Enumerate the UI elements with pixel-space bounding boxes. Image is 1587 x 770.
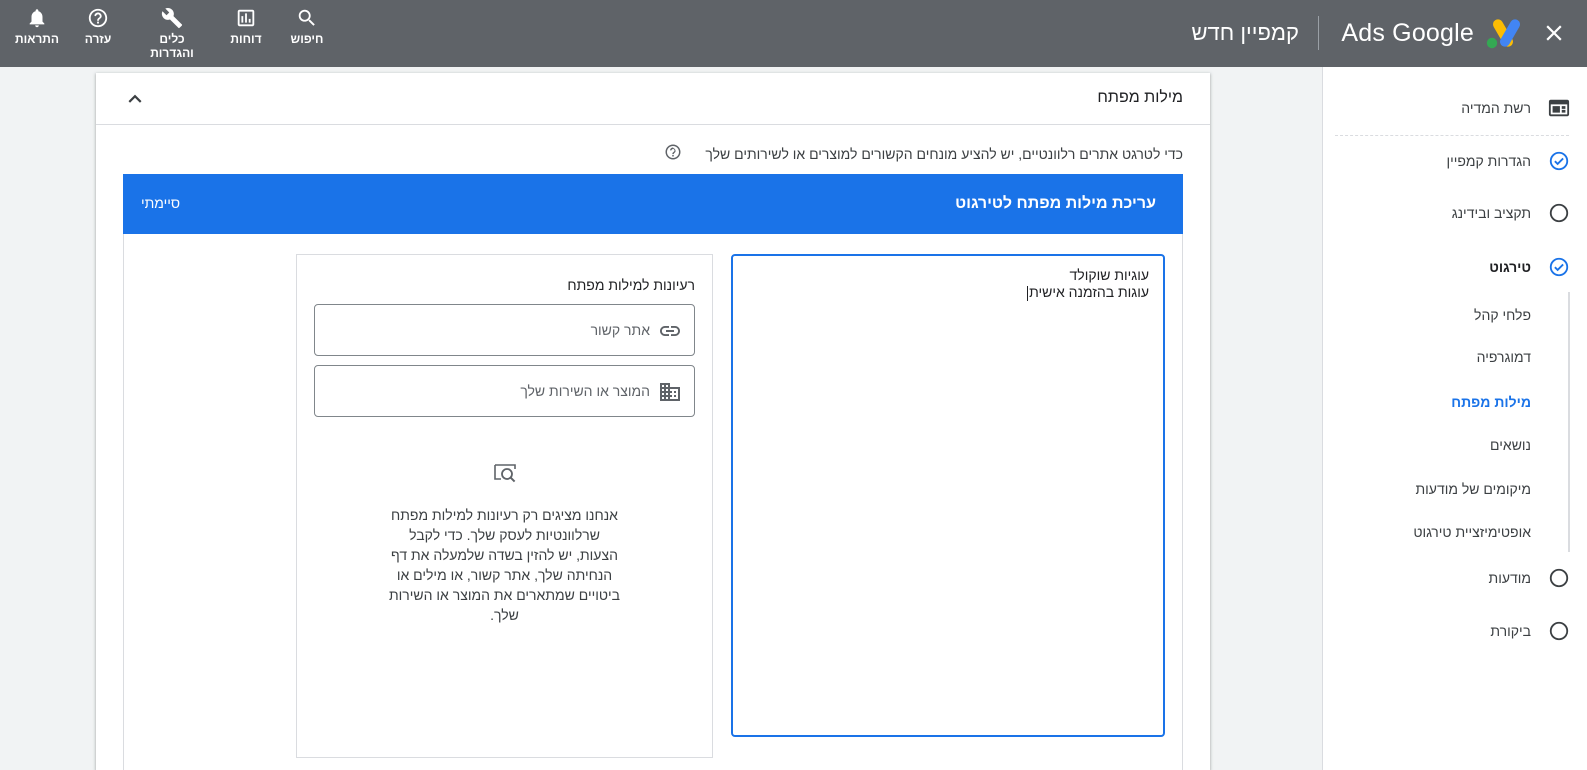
alerts-button[interactable]: התראות	[2, 0, 72, 67]
campaign-steps-nav: רשת המדיה הגדרות קמפיין תקציב ובידינג טי…	[1322, 67, 1587, 770]
nav-divider	[1335, 135, 1569, 136]
keyword-editor-title: עריכת מילות מפתח לטירגוט	[955, 195, 1156, 212]
nav-item-budget-bidding[interactable]: תקציב ובידינג	[1322, 193, 1587, 233]
keywords-card: מילות מפתח כדי לטרגט אתרים רלוונטיים, יש…	[96, 73, 1210, 770]
bell-icon	[29, 9, 45, 28]
brand-name: Ads Google	[1341, 19, 1474, 47]
sub-item-targeting-optimization[interactable]: אופטימיזציית טירגוט	[1413, 524, 1531, 540]
campaign-title: קמפיין חדש	[1191, 20, 1300, 45]
card-title: מילות מפתח	[1097, 89, 1183, 106]
keyword-line: עוגות בהזמנה אישית	[747, 284, 1149, 301]
help-button[interactable]: עזרה	[63, 0, 133, 67]
sub-nav-line	[1568, 292, 1570, 552]
nav-label: טירגוט	[1489, 259, 1531, 275]
related-site-input[interactable]: אתר קשור	[314, 304, 695, 356]
product-service-input[interactable]: המוצר או השירות שלך	[314, 365, 695, 417]
link-icon	[658, 319, 682, 343]
keywords-help-text: כדי לטרגט אתרים רלוונטיים, יש להציע מונח…	[705, 146, 1183, 162]
help-icon	[88, 8, 108, 28]
card-header[interactable]: מילות מפתח	[96, 73, 1210, 125]
tools-button[interactable]: כלים והגדרות	[137, 0, 207, 67]
sub-item-topics[interactable]: נושאים	[1490, 437, 1531, 453]
google-ads-logo-icon	[1485, 17, 1521, 49]
keyword-editor-bar: עריכת מילות מפתח לטירגוט סיימתי	[123, 174, 1183, 234]
keyword-ideas-title: רעיונות למילות מפתח	[567, 277, 695, 293]
sub-item-placements[interactable]: מיקומים של מודעות	[1415, 481, 1531, 497]
check-circle-icon	[1548, 256, 1570, 278]
sub-item-keywords[interactable]: מילות מפתח	[1451, 394, 1531, 410]
chevron-up-icon[interactable]	[122, 86, 148, 112]
close-icon[interactable]	[1541, 20, 1567, 46]
keyword-editor-area: עוגיות שוקולד עוגות בהזמנה אישית רעיונות…	[123, 234, 1183, 770]
nav-label: מודעות	[1488, 570, 1531, 586]
product-service-placeholder: המוצר או השירות שלך	[520, 383, 650, 399]
search-page-icon	[492, 460, 518, 486]
tools-label: כלים והגדרות	[150, 32, 194, 60]
header-divider	[1318, 16, 1319, 50]
empty-circle-icon	[1548, 202, 1570, 224]
nav-item-campaign-settings[interactable]: הגדרות קמפיין	[1322, 141, 1587, 181]
nav-label: רשת המדיה	[1461, 100, 1531, 116]
nav-item-display-network[interactable]: רשת המדיה	[1322, 88, 1587, 128]
alerts-label: התראות	[14, 32, 60, 46]
nav-label: ביקורת	[1490, 623, 1531, 639]
nav-label: תקציב ובידינג	[1451, 205, 1531, 221]
keyword-ideas-panel: רעיונות למילות מפתח אתר קשור המוצר או הש…	[296, 254, 713, 758]
keyword-text: עוגות בהזמנה אישית	[1029, 284, 1149, 300]
done-button[interactable]: סיימתי	[141, 195, 180, 211]
building-icon	[658, 380, 682, 404]
empty-circle-icon	[1548, 567, 1570, 589]
bar-chart-icon	[237, 9, 255, 27]
nav-item-review[interactable]: ביקורת	[1322, 611, 1587, 651]
sub-item-demographics[interactable]: דמוגרפיה	[1477, 349, 1531, 365]
keyword-ideas-note: אנחנו מציגים רק רעיונות למילות מפתח שרלו…	[389, 507, 620, 623]
related-site-placeholder: אתר קשור	[590, 322, 650, 338]
app-root: התראות עזרה כלים והגדרות דוחות חיפוש קמפ…	[0, 0, 1587, 770]
nav-label: הגדרות קמפיין	[1446, 153, 1531, 169]
nav-item-targeting[interactable]: טירגוט	[1322, 247, 1587, 287]
text-caret	[1027, 285, 1029, 301]
help-circle-icon[interactable]	[664, 143, 682, 161]
nav-item-ads[interactable]: מודעות	[1322, 558, 1587, 598]
search-icon	[298, 9, 315, 26]
reports-button[interactable]: דוחות	[211, 0, 281, 67]
keyword-line: עוגיות שוקולד	[1069, 267, 1149, 283]
help-label: עזרה	[84, 32, 112, 46]
search-button[interactable]: חיפוש	[272, 0, 342, 67]
top-bar: התראות עזרה כלים והגדרות דוחות חיפוש קמפ…	[0, 0, 1587, 67]
display-network-icon	[1548, 97, 1570, 119]
search-label: חיפוש	[290, 32, 324, 46]
reports-label: דוחות	[230, 32, 262, 46]
wrench-icon	[161, 8, 183, 29]
sub-item-audiences[interactable]: פלחי קהל	[1474, 307, 1531, 323]
keywords-textarea[interactable]: עוגיות שוקולד עוגות בהזמנה אישית	[731, 254, 1165, 737]
empty-circle-icon	[1548, 620, 1570, 642]
check-circle-icon	[1548, 150, 1570, 172]
